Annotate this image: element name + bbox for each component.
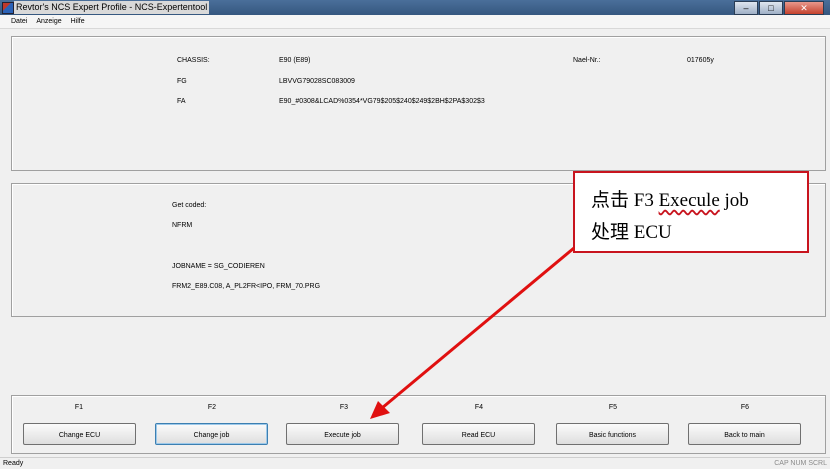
- get-coded-label: Get coded:: [172, 202, 207, 209]
- title-bar: Revtor's NCS Expert Profile - NCS-Expert…: [0, 0, 830, 15]
- fa-label: FA: [177, 98, 186, 105]
- read-ecu-button[interactable]: Read ECU: [422, 423, 535, 445]
- fkey-f6-label: F6: [740, 404, 750, 411]
- job-files-text: FRM2_E89.C08, A_PL2FR<IPO, FRM_70.PRG: [172, 283, 321, 290]
- window-controls: – □ ✕: [734, 1, 824, 15]
- callout-line-1: 点击 F3 Execule job: [591, 190, 749, 211]
- fg-label: FG: [177, 78, 187, 85]
- window-title: Revtor's NCS Expert Profile - NCS-Expert…: [14, 1, 210, 14]
- chassis-label: CHASSIS:: [177, 57, 210, 64]
- nael-value: 017605y: [687, 57, 714, 64]
- maximize-button[interactable]: □: [759, 1, 783, 15]
- menu-hilfe[interactable]: Hilfe: [71, 18, 85, 25]
- vehicle-info-panel: CHASSIS: E90 (E89) Nael-Nr.: 017605y FG …: [11, 36, 826, 171]
- minimize-button[interactable]: –: [734, 1, 758, 15]
- chassis-value: E90 (E89): [279, 57, 311, 64]
- change-job-button[interactable]: Change job: [155, 423, 268, 445]
- fkey-f3-label: F3: [339, 404, 349, 411]
- fkey-f5-label: F5: [608, 404, 618, 411]
- menu-anzeige[interactable]: Anzeige: [36, 18, 61, 25]
- callout-line-2: 处理 ECU: [591, 222, 672, 243]
- fkey-f4-label: F4: [474, 404, 484, 411]
- change-ecu-button[interactable]: Change ECU: [23, 423, 136, 445]
- instruction-callout: 点击 F3 Execule job 处理 ECU: [573, 171, 809, 253]
- callout-underlined-word: Execule: [658, 190, 720, 211]
- fkey-f2-label: F2: [207, 404, 217, 411]
- fkey-f1-label: F1: [74, 404, 84, 411]
- app-icon: [2, 2, 14, 14]
- jobname-text: JOBNAME = SG_CODIEREN: [172, 263, 265, 270]
- fa-value: E90_#0308&LCAD%0354*VG79$205$240$249$2BH…: [279, 98, 485, 105]
- execute-job-button[interactable]: Execute job: [286, 423, 399, 445]
- fg-value: LBVVG79028SC083009: [279, 78, 355, 85]
- status-bar: Ready CAP NUM SCRL: [0, 457, 830, 469]
- menu-bar: Datei Anzeige Hilfe: [0, 15, 830, 29]
- menu-datei[interactable]: Datei: [11, 18, 27, 25]
- close-button[interactable]: ✕: [784, 1, 824, 15]
- nael-label: Nael-Nr.:: [573, 57, 601, 64]
- ecu-name: NFRM: [172, 222, 193, 229]
- basic-functions-button[interactable]: Basic functions: [556, 423, 669, 445]
- status-text: Ready: [3, 460, 24, 467]
- back-to-main-button[interactable]: Back to main: [688, 423, 801, 445]
- keyboard-indicators: CAP NUM SCRL: [774, 460, 827, 467]
